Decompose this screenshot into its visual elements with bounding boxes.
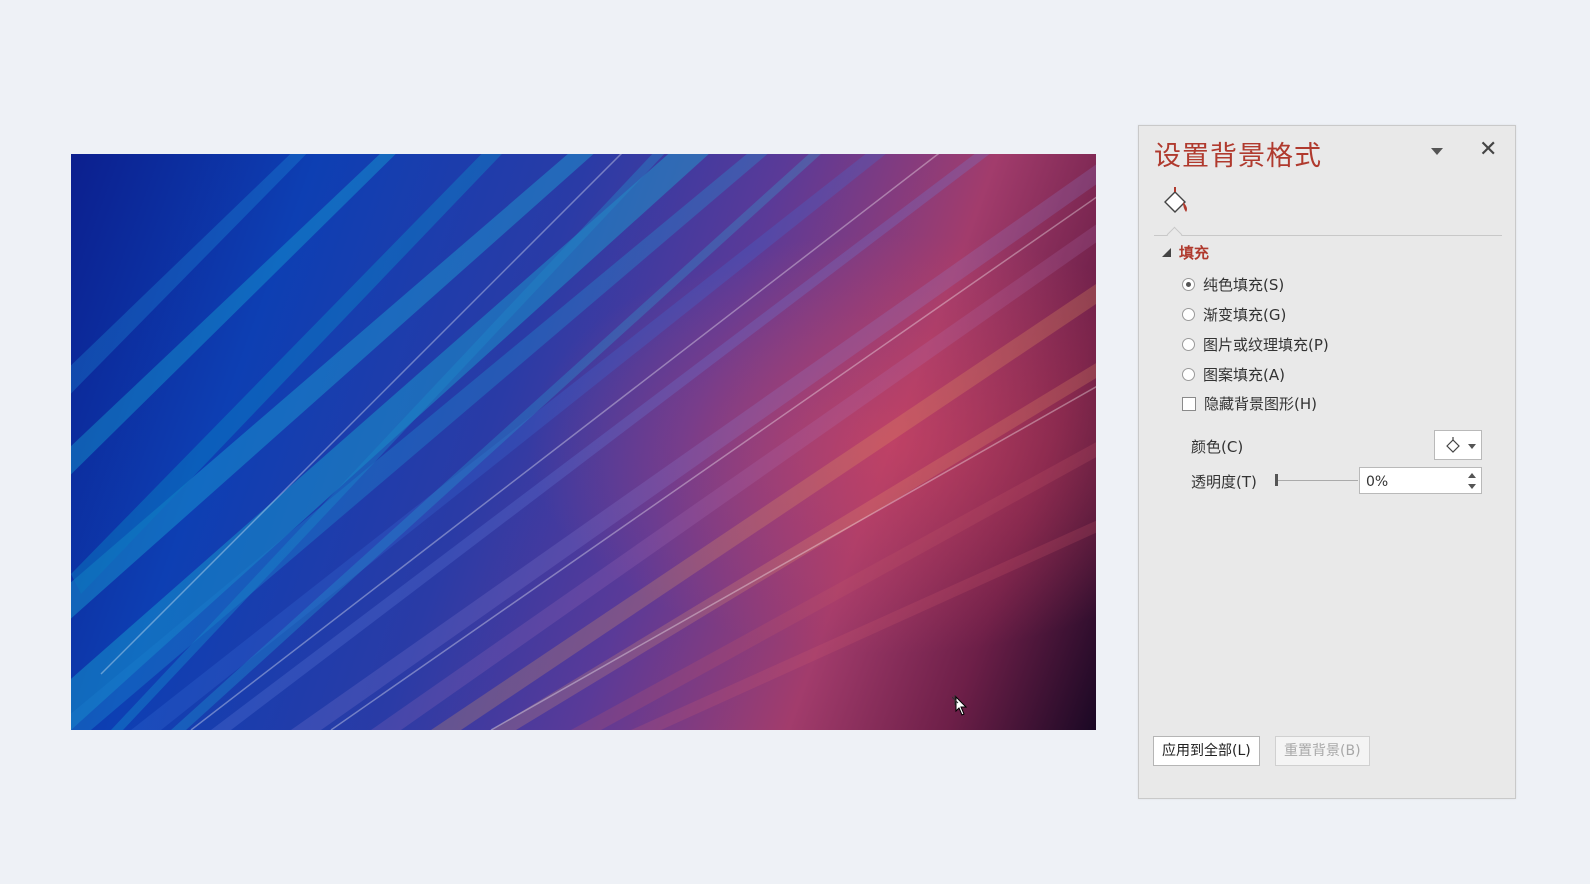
spin-up-icon[interactable] xyxy=(1468,473,1476,478)
tab-divider xyxy=(1154,235,1502,236)
pane-title: 设置背景格式 xyxy=(1154,141,1322,172)
fill-section-header[interactable]: 填充 xyxy=(1162,242,1209,263)
transparency-slider-thumb[interactable] xyxy=(1275,474,1278,486)
slide-canvas[interactable] xyxy=(71,154,1096,730)
color-picker-button[interactable] xyxy=(1434,430,1482,460)
collapse-triangle-icon[interactable] xyxy=(1162,248,1171,257)
format-background-pane: 设置背景格式 ✕ 填充 纯色填充(S) 渐变填充(G) 图片或纹理填充(P) 图… xyxy=(1138,125,1516,799)
radio-pattern-fill[interactable]: 图案填充(A) xyxy=(1182,364,1285,385)
transparency-input[interactable] xyxy=(1360,468,1468,495)
paint-bucket-icon xyxy=(1446,437,1460,453)
radio-button[interactable] xyxy=(1182,308,1195,321)
radio-button[interactable] xyxy=(1182,338,1195,351)
radio-button[interactable] xyxy=(1182,278,1195,291)
radio-label: 纯色填充(S) xyxy=(1203,276,1285,294)
checkbox-label: 隐藏背景图形(H) xyxy=(1204,395,1317,413)
streak-pattern xyxy=(71,154,1096,730)
fill-section-label: 填充 xyxy=(1179,244,1210,262)
radio-gradient-fill[interactable]: 渐变填充(G) xyxy=(1182,304,1286,325)
tab-indicator xyxy=(1166,226,1183,243)
reset-background-button[interactable]: 重置背景(B) xyxy=(1275,736,1370,766)
paint-bucket-icon[interactable] xyxy=(1161,186,1189,216)
spin-down-icon[interactable] xyxy=(1468,484,1476,489)
transparency-label: 透明度(T) xyxy=(1191,473,1257,491)
close-icon[interactable]: ✕ xyxy=(1479,138,1497,162)
transparency-spinner[interactable] xyxy=(1359,467,1482,495)
radio-button[interactable] xyxy=(1182,368,1195,381)
color-label: 颜色(C) xyxy=(1191,438,1244,456)
radio-label: 渐变填充(G) xyxy=(1203,306,1287,324)
radio-label: 图案填充(A) xyxy=(1203,366,1285,384)
workspace: 设置背景格式 ✕ 填充 纯色填充(S) 渐变填充(G) 图片或纹理填充(P) 图… xyxy=(0,0,1590,884)
radio-label: 图片或纹理填充(P) xyxy=(1203,336,1329,354)
transparency-slider-track[interactable] xyxy=(1276,480,1358,481)
pane-options-dropdown-icon[interactable] xyxy=(1431,148,1443,155)
hide-background-graphics-checkbox[interactable]: 隐藏背景图形(H) xyxy=(1182,393,1317,414)
checkbox[interactable] xyxy=(1182,396,1196,411)
radio-picture-texture-fill[interactable]: 图片或纹理填充(P) xyxy=(1182,334,1329,355)
move-cursor-icon xyxy=(952,695,968,716)
radio-solid-fill[interactable]: 纯色填充(S) xyxy=(1182,274,1284,295)
apply-to-all-button[interactable]: 应用到全部(L) xyxy=(1153,736,1260,766)
chevron-down-icon xyxy=(1468,444,1476,449)
